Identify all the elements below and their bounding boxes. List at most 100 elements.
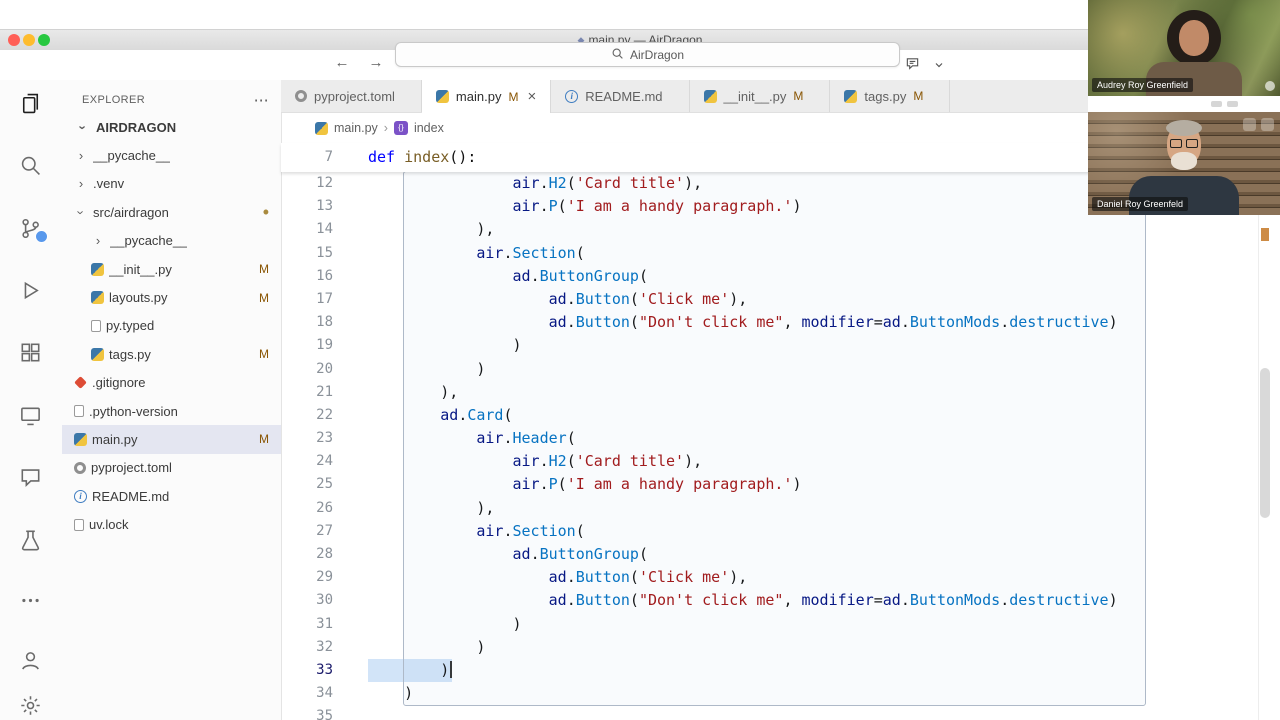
code-line-25[interactable]: 25 air.P('I am a handy paragraph.') bbox=[281, 473, 1280, 496]
line-content: ad.Button("Don't click me", modifier=ad.… bbox=[368, 311, 1118, 334]
explorer-item-pycache[interactable]: ›__pycache__ bbox=[62, 227, 281, 255]
explorer-item-gitignore[interactable]: .gitignore bbox=[62, 369, 281, 397]
explorer-item-tags-py[interactable]: tags.pyM bbox=[62, 340, 281, 368]
code-line-20[interactable]: 20 ) bbox=[281, 358, 1280, 381]
modified-badge: M bbox=[259, 262, 269, 276]
command-center[interactable]: AirDragon bbox=[395, 42, 900, 67]
file-label: layouts.py bbox=[109, 290, 168, 305]
tab-pyproject-toml[interactable]: pyproject.toml bbox=[281, 80, 422, 112]
forward-button[interactable]: → bbox=[364, 54, 388, 71]
file-label: README.md bbox=[92, 489, 169, 504]
line-content: ) bbox=[368, 636, 485, 659]
code-line-26[interactable]: 26 ), bbox=[281, 497, 1280, 520]
video-control-icon[interactable] bbox=[1211, 101, 1222, 107]
line-content: air.H2('Card title'), bbox=[368, 450, 702, 473]
code-line-24[interactable]: 24 air.H2('Card title'), bbox=[281, 450, 1280, 473]
breadcrumb-symbol[interactable]: index bbox=[414, 121, 444, 135]
video-control-icon[interactable] bbox=[1227, 101, 1238, 107]
explorer-item-init-py[interactable]: __init__.pyM bbox=[62, 255, 281, 283]
file-label: __pycache__ bbox=[93, 148, 170, 163]
explorer-item-venv[interactable]: ›.venv bbox=[62, 170, 281, 198]
explorer-list: ›__pycache__›.venv›src/airdragon•›__pyca… bbox=[62, 141, 281, 538]
info-file-icon: i bbox=[74, 490, 87, 503]
activity-search-icon[interactable] bbox=[19, 154, 43, 178]
code-line-23[interactable]: 23 air.Header( bbox=[281, 427, 1280, 450]
file-label: .gitignore bbox=[92, 375, 145, 390]
participant-name-label: Daniel Roy Greenfeld bbox=[1092, 197, 1188, 211]
chevron-down-icon: › bbox=[74, 205, 89, 219]
activity-settings-icon[interactable] bbox=[19, 694, 43, 718]
views-more-icon[interactable]: ⋯ bbox=[254, 91, 269, 109]
explorer-item-layouts-py[interactable]: layouts.pyM bbox=[62, 283, 281, 311]
activity-source-control-icon[interactable] bbox=[19, 217, 43, 241]
git-file-icon bbox=[74, 376, 87, 389]
close-tab-icon[interactable]: × bbox=[527, 88, 536, 105]
code-line-21[interactable]: 21 ), bbox=[281, 381, 1280, 404]
modified-badge: • bbox=[263, 207, 269, 217]
activity-remote-explorer-icon[interactable] bbox=[19, 404, 43, 428]
explorer-item-main-py[interactable]: main.pyM bbox=[62, 425, 281, 453]
tab-init-py[interactable]: __init__.pyM bbox=[690, 80, 831, 112]
explorer-item-src-airdragon[interactable]: ›src/airdragon• bbox=[62, 198, 281, 226]
activity-run-debug-icon[interactable] bbox=[19, 279, 43, 303]
code-line-35[interactable]: 35 bbox=[281, 705, 1280, 720]
activity-testing-icon[interactable] bbox=[19, 529, 43, 553]
explorer-item-pycache[interactable]: ›__pycache__ bbox=[62, 141, 281, 169]
tab-readme-md[interactable]: iREADME.md bbox=[551, 80, 689, 112]
activity-chat-icon[interactable] bbox=[19, 466, 43, 490]
pin-video-icon[interactable] bbox=[1243, 118, 1256, 131]
code-line-30[interactable]: 30 ad.Button("Don't click me", modifier=… bbox=[281, 589, 1280, 612]
modified-badge: M bbox=[259, 347, 269, 361]
code-line-31[interactable]: 31 ) bbox=[281, 613, 1280, 636]
code-line-19[interactable]: 19 ) bbox=[281, 334, 1280, 357]
tab-tags-py[interactable]: tags.pyM bbox=[830, 80, 950, 112]
editor-scrollbar[interactable] bbox=[1260, 368, 1270, 518]
tab-main-py[interactable]: main.pyM× bbox=[422, 80, 551, 113]
line-content: def index(): bbox=[368, 143, 476, 172]
line-content: ad.Card( bbox=[368, 404, 513, 427]
line-number: 30 bbox=[281, 589, 368, 612]
gear-file-icon bbox=[295, 90, 307, 102]
code-line-17[interactable]: 17 ad.Button('Click me'), bbox=[281, 288, 1280, 311]
line-content: ) bbox=[368, 358, 485, 381]
activity-extensions-icon[interactable] bbox=[19, 341, 43, 365]
feedback-icon[interactable] bbox=[905, 56, 920, 76]
back-button[interactable]: ← bbox=[330, 54, 354, 71]
chevron-down-icon[interactable] bbox=[933, 58, 945, 76]
expand-video-icon[interactable] bbox=[1261, 118, 1274, 131]
activity-more-views-icon[interactable] bbox=[19, 589, 43, 613]
chevron-down-icon: › bbox=[76, 120, 91, 134]
line-content: air.Section( bbox=[368, 520, 585, 543]
explorer-item-uv-lock[interactable]: uv.lock bbox=[62, 510, 281, 538]
participant-video-2[interactable]: Daniel Roy Greenfeld bbox=[1088, 112, 1280, 215]
code-line-34[interactable]: 34 ) bbox=[281, 682, 1280, 705]
explorer-item-python-version[interactable]: .python-version bbox=[62, 397, 281, 425]
explorer-root-folder[interactable]: › AIRDRAGON bbox=[62, 113, 281, 141]
code-line-22[interactable]: 22 ad.Card( bbox=[281, 404, 1280, 427]
explorer-item-py-typed[interactable]: py.typed bbox=[62, 312, 281, 340]
explorer-item-pyproject-toml[interactable]: pyproject.toml bbox=[62, 454, 281, 482]
participant-video-1[interactable]: Audrey Roy Greenfield bbox=[1088, 0, 1280, 96]
code-line-16[interactable]: 16 ad.ButtonGroup( bbox=[281, 265, 1280, 288]
code-line-15[interactable]: 15 air.Section( bbox=[281, 242, 1280, 265]
code-line-28[interactable]: 28 ad.ButtonGroup( bbox=[281, 543, 1280, 566]
code-editor[interactable]: 7def index(): 12 air.H2('Card title'),13… bbox=[281, 143, 1280, 720]
line-number: 21 bbox=[281, 381, 368, 404]
code-line-32[interactable]: 32 ) bbox=[281, 636, 1280, 659]
line-number: 15 bbox=[281, 242, 368, 265]
code-line-33[interactable]: 33 ) bbox=[281, 659, 1280, 682]
file-label: py.typed bbox=[106, 318, 154, 333]
activity-explorer-icon[interactable] bbox=[19, 92, 43, 116]
code-line-14[interactable]: 14 ), bbox=[281, 218, 1280, 241]
activity-accounts-icon[interactable] bbox=[19, 649, 43, 673]
explorer-item-readme-md[interactable]: i README.md bbox=[62, 482, 281, 510]
participant-figure bbox=[1179, 20, 1209, 56]
breadcrumb-file[interactable]: main.py bbox=[334, 121, 378, 135]
code-line-27[interactable]: 27 air.Section( bbox=[281, 520, 1280, 543]
root-folder-label: AIRDRAGON bbox=[96, 120, 176, 135]
code-line-18[interactable]: 18 ad.Button("Don't click me", modifier=… bbox=[281, 311, 1280, 334]
python-file-icon bbox=[91, 291, 104, 304]
code-line-29[interactable]: 29 ad.Button('Click me'), bbox=[281, 566, 1280, 589]
file-label: .venv bbox=[93, 176, 124, 191]
command-center-text: AirDragon bbox=[630, 48, 684, 62]
